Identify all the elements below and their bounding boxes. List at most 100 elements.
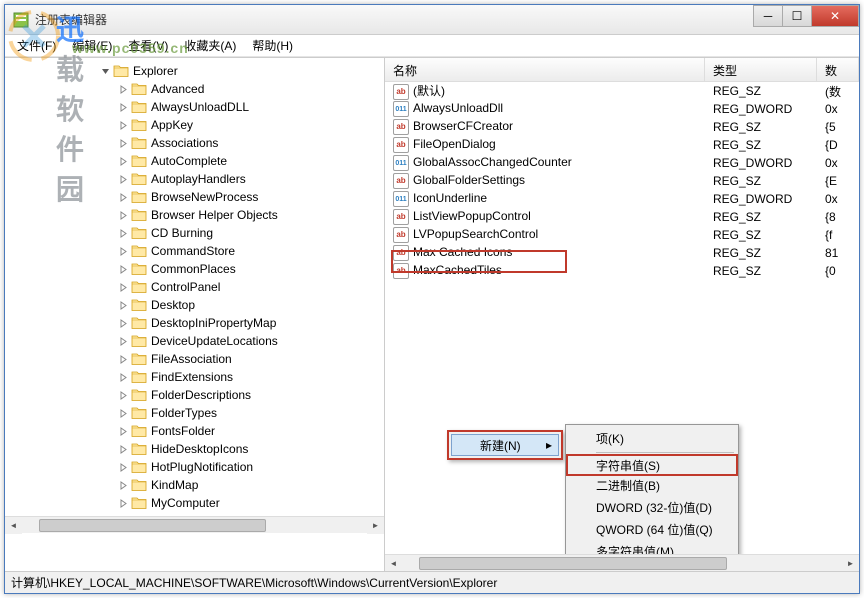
list-row[interactable]: 011GlobalAssocChangedCounter REG_DWORD 0… (385, 154, 859, 172)
tree-node[interactable]: CommandStore (5, 242, 384, 260)
tree-node[interactable]: DesktopIniPropertyMap (5, 314, 384, 332)
list-header: 名称 类型 数 (385, 58, 859, 82)
menu-favorites[interactable]: 收藏夹(A) (176, 35, 244, 56)
expander-icon[interactable] (117, 443, 129, 455)
tree-node[interactable]: AutoplayHandlers (5, 170, 384, 188)
status-path: 计算机\HKEY_LOCAL_MACHINE\SOFTWARE\Microsof… (11, 574, 497, 591)
expander-icon[interactable] (117, 371, 129, 383)
expander-icon[interactable] (117, 83, 129, 95)
expander-icon[interactable] (99, 65, 111, 77)
value-name: LVPopupSearchControl (413, 227, 538, 241)
list-row[interactable]: abBrowserCFCreator REG_SZ {5 (385, 118, 859, 136)
tree-node[interactable]: Advanced (5, 80, 384, 98)
tree-node[interactable]: AlwaysUnloadDLL (5, 98, 384, 116)
tree-node[interactable]: FileAssociation (5, 350, 384, 368)
tree-node[interactable]: KindMap (5, 476, 384, 494)
tree-node[interactable]: FontsFolder (5, 422, 384, 440)
expander-icon[interactable] (117, 281, 129, 293)
list-row[interactable]: 011IconUnderline REG_DWORD 0x (385, 190, 859, 208)
submenu-binary[interactable]: 二进制值(B) (568, 474, 736, 496)
close-button[interactable]: ✕ (811, 5, 859, 27)
expander-icon[interactable] (117, 317, 129, 329)
folder-icon (131, 406, 147, 420)
expander-icon[interactable] (117, 479, 129, 491)
minimize-button[interactable]: ─ (753, 5, 783, 27)
tree-node[interactable]: HotPlugNotification (5, 458, 384, 476)
tree-node[interactable]: CommonPlaces (5, 260, 384, 278)
tree-node-root[interactable]: Explorer (5, 62, 384, 80)
expander-icon[interactable] (117, 155, 129, 167)
tree-node[interactable]: AppKey (5, 116, 384, 134)
value-type: REG_SZ (705, 210, 817, 224)
folder-icon (131, 334, 147, 348)
folder-icon (131, 118, 147, 132)
tree-node[interactable]: Associations (5, 134, 384, 152)
list-row[interactable]: 011AlwaysUnloadDll REG_DWORD 0x (385, 100, 859, 118)
tree-node[interactable]: MyComputer (5, 494, 384, 512)
expander-icon[interactable] (117, 101, 129, 113)
expander-icon[interactable] (117, 335, 129, 347)
tree-node[interactable]: HideDesktopIcons (5, 440, 384, 458)
submenu-qword[interactable]: QWORD (64 位)值(Q) (568, 518, 736, 540)
folder-icon (131, 388, 147, 402)
expander-icon[interactable] (117, 137, 129, 149)
expander-icon[interactable] (117, 245, 129, 257)
tree-node[interactable]: FolderDescriptions (5, 386, 384, 404)
tree-hscrollbar[interactable]: ◄ ► (5, 516, 384, 533)
expander-icon[interactable] (117, 353, 129, 365)
expander-icon[interactable] (117, 263, 129, 275)
expander-icon[interactable] (117, 389, 129, 401)
maximize-button[interactable]: ☐ (782, 5, 812, 27)
folder-icon (131, 82, 147, 96)
col-type[interactable]: 类型 (705, 58, 817, 81)
list-row[interactable]: abFileOpenDialog REG_SZ {D (385, 136, 859, 154)
submenu-string[interactable]: 字符串值(S) (566, 454, 738, 476)
list-hscrollbar[interactable]: ◄ ► (385, 554, 859, 571)
menu-file[interactable]: 文件(F) (9, 35, 64, 56)
expander-icon[interactable] (117, 173, 129, 185)
value-data: {E (817, 174, 859, 188)
folder-icon (131, 496, 147, 510)
list-row[interactable]: ab(默认) REG_SZ (数 (385, 82, 859, 100)
list-row[interactable]: abGlobalFolderSettings REG_SZ {E (385, 172, 859, 190)
value-type: REG_SZ (705, 174, 817, 188)
value-name: (默认) (413, 84, 445, 98)
expander-icon[interactable] (117, 425, 129, 437)
list-row[interactable]: abLVPopupSearchControl REG_SZ {f (385, 226, 859, 244)
expander-icon[interactable] (117, 461, 129, 473)
folder-icon (131, 478, 147, 492)
tree-node[interactable]: DeviceUpdateLocations (5, 332, 384, 350)
tree-node[interactable]: BrowseNewProcess (5, 188, 384, 206)
col-name[interactable]: 名称 (385, 58, 705, 81)
tree-node[interactable]: CD Burning (5, 224, 384, 242)
submenu-dword[interactable]: DWORD (32-位)值(D) (568, 496, 736, 518)
value-type: REG_SZ (705, 120, 817, 134)
tree-node[interactable]: ControlPanel (5, 278, 384, 296)
expander-icon[interactable] (117, 497, 129, 509)
folder-icon (131, 424, 147, 438)
tree-node[interactable]: AutoComplete (5, 152, 384, 170)
submenu-key[interactable]: 项(K) (568, 427, 736, 449)
expander-icon[interactable] (117, 227, 129, 239)
menu-new[interactable]: 新建(N) ▸ (451, 434, 559, 456)
menu-help[interactable]: 帮助(H) (244, 35, 301, 56)
tree-panel[interactable]: ExplorerAdvancedAlwaysUnloadDLLAppKeyAss… (5, 58, 385, 571)
expander-icon[interactable] (117, 119, 129, 131)
expander-icon[interactable] (117, 407, 129, 419)
list-row[interactable]: abMax Cached Icons REG_SZ 81 (385, 244, 859, 262)
menu-view[interactable]: 查看(V) (120, 35, 176, 56)
list-row[interactable]: abMaxCachedTiles REG_SZ {0 (385, 262, 859, 280)
tree-node[interactable]: Browser Helper Objects (5, 206, 384, 224)
expander-icon[interactable] (117, 299, 129, 311)
menu-edit[interactable]: 编辑(E) (64, 35, 120, 56)
tree-node[interactable]: FindExtensions (5, 368, 384, 386)
tree-node[interactable]: FolderTypes (5, 404, 384, 422)
list-row[interactable]: abListViewPopupControl REG_SZ {8 (385, 208, 859, 226)
tree-node[interactable]: Desktop (5, 296, 384, 314)
col-data[interactable]: 数 (817, 58, 859, 81)
expander-icon[interactable] (117, 209, 129, 221)
expander-icon[interactable] (117, 191, 129, 203)
folder-icon (131, 280, 147, 294)
value-name: IconUnderline (413, 191, 487, 205)
value-data: {8 (817, 210, 859, 224)
